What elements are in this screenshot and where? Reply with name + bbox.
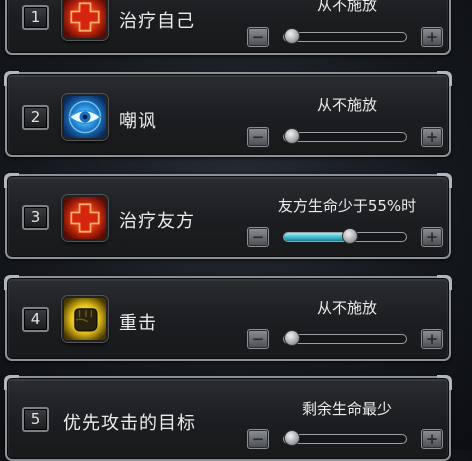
cast-condition-text: 剩余生命最少 bbox=[301, 400, 392, 418]
skill-row-5: 5 优先攻击的目标 剩余生命最少 − + bbox=[4, 375, 452, 461]
skill-row-1: 1 治疗自己 从不施放 − + bbox=[5, 0, 451, 55]
heal-cross-icon bbox=[62, 0, 108, 40]
plus-icon: + bbox=[425, 28, 439, 46]
minus-icon: − bbox=[251, 430, 265, 448]
plus-icon: + bbox=[425, 330, 439, 348]
skill-row-3: 3 治疗友方 友方生命少于55%时 − + bbox=[4, 173, 452, 259]
increase-button[interactable]: + bbox=[421, 27, 443, 47]
row-number: 1 bbox=[22, 5, 49, 30]
skill-name: 治疗自己 bbox=[119, 11, 195, 32]
row-number: 5 bbox=[22, 407, 49, 432]
eye-icon bbox=[62, 94, 108, 140]
cast-condition-text: 从不施放 bbox=[316, 96, 377, 114]
skill-name: 重击 bbox=[119, 313, 157, 334]
minus-icon: − bbox=[251, 128, 265, 146]
minus-icon: − bbox=[251, 28, 265, 46]
cast-condition-text: 从不施放 bbox=[316, 299, 377, 317]
row-number: 4 bbox=[22, 307, 49, 332]
increase-button[interactable]: + bbox=[421, 127, 443, 147]
increase-button[interactable]: + bbox=[421, 329, 443, 349]
heal-cross-icon bbox=[62, 195, 108, 241]
slider-knob[interactable] bbox=[284, 330, 300, 346]
increase-button[interactable]: + bbox=[421, 227, 443, 247]
plus-icon: + bbox=[425, 430, 439, 448]
slider-knob[interactable] bbox=[284, 430, 300, 446]
row-number: 3 bbox=[22, 205, 49, 230]
condition-slider[interactable] bbox=[283, 430, 407, 446]
fist-icon bbox=[62, 296, 108, 342]
condition-slider[interactable] bbox=[283, 330, 407, 346]
slider-knob[interactable] bbox=[284, 128, 300, 144]
cast-condition-text: 友方生命少于55%时 bbox=[277, 197, 417, 215]
skill-row-4: 4 重击 从不施放 − + bbox=[4, 275, 452, 361]
minus-icon: − bbox=[251, 228, 265, 246]
condition-slider[interactable] bbox=[283, 128, 407, 144]
decrease-button[interactable]: − bbox=[247, 329, 269, 349]
increase-button[interactable]: + bbox=[421, 429, 443, 449]
condition-slider[interactable] bbox=[283, 228, 407, 244]
slider-knob[interactable] bbox=[342, 228, 359, 244]
plus-icon: + bbox=[425, 128, 439, 146]
slider-fill bbox=[284, 233, 351, 241]
slider-knob[interactable] bbox=[284, 28, 300, 44]
decrease-button[interactable]: − bbox=[247, 227, 269, 247]
skill-name: 治疗友方 bbox=[119, 211, 195, 232]
row-number: 2 bbox=[22, 105, 49, 130]
decrease-button[interactable]: − bbox=[247, 27, 269, 47]
skill-row-2: 2 嘲讽 从不施放 − + bbox=[4, 71, 452, 157]
plus-icon: + bbox=[425, 228, 439, 246]
skill-name: 嘲讽 bbox=[119, 111, 157, 132]
decrease-button[interactable]: − bbox=[247, 127, 269, 147]
minus-icon: − bbox=[251, 330, 265, 348]
decrease-button[interactable]: − bbox=[247, 429, 269, 449]
cast-condition-text: 从不施放 bbox=[316, 0, 377, 14]
skill-name: 优先攻击的目标 bbox=[63, 413, 196, 434]
condition-slider[interactable] bbox=[283, 28, 407, 44]
